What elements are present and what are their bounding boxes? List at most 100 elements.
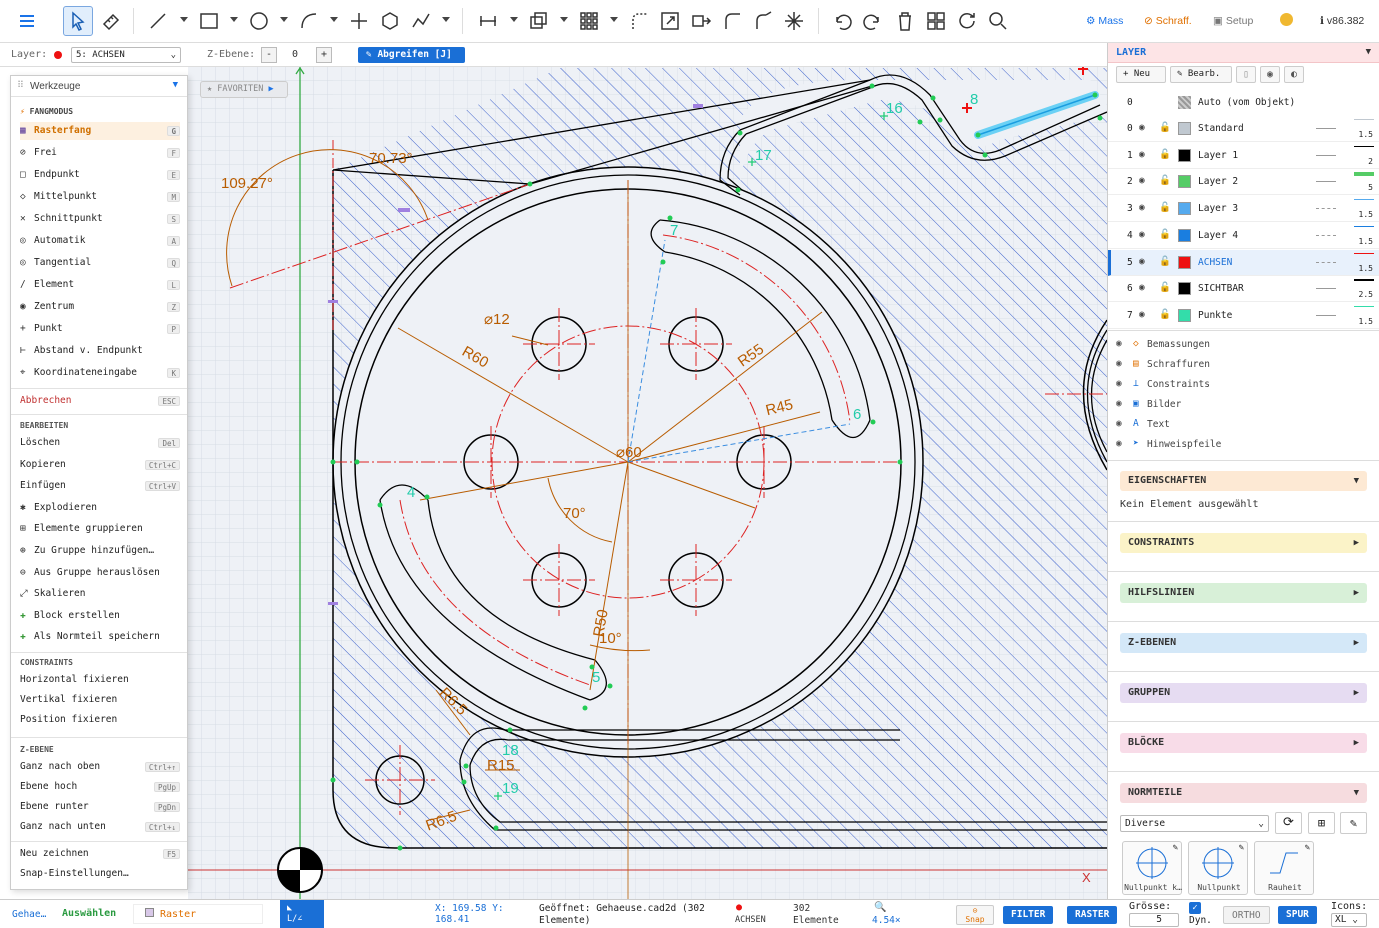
lock-icon[interactable]: 🔓 (1159, 256, 1171, 267)
constraints-panel-header[interactable]: CONSTRAINTS ▶ (1120, 533, 1367, 553)
hamburger-menu-icon[interactable] (12, 6, 42, 36)
bearbeiten-item-4[interactable]: ⊞ Elemente gruppieren (20, 520, 180, 538)
select-tool-icon[interactable] (63, 6, 93, 36)
eye-icon[interactable]: ◉ (1260, 66, 1280, 83)
eye-icon[interactable]: ◉ (1139, 256, 1145, 267)
eye-icon[interactable]: ◉ (1139, 202, 1145, 213)
neu-zeichnen-item[interactable]: Neu zeichnen F5 (20, 845, 180, 863)
eye-icon[interactable]: ◉ (1116, 398, 1122, 409)
schraff-toggle[interactable]: ⊘ Schraff. (1144, 15, 1192, 27)
fang-item-10[interactable]: ⊢ Abstand v. Endpunkt (20, 342, 180, 360)
bearbeiten-item-2[interactable]: Einfügen Ctrl+V (20, 477, 180, 495)
add-file-icon[interactable]: ⊞ (1308, 812, 1335, 834)
bearbeiten-item-3[interactable]: ✱ Explodieren (20, 499, 180, 517)
zebene-item-0[interactable]: Ganz nach oben Ctrl+↑ (20, 758, 180, 776)
chevron-down-icon[interactable] (280, 17, 288, 22)
groesse-input[interactable]: 5 (1129, 913, 1179, 927)
zebene-item-1[interactable]: Ebene hoch PgUp (20, 778, 180, 796)
chevron-down-icon[interactable] (560, 17, 568, 22)
contrast-icon[interactable]: ◐ (1284, 66, 1304, 83)
constraint-item-1[interactable]: Vertikal fixieren (20, 691, 180, 709)
fang-item-6[interactable]: ◎ Tangential Q (20, 254, 180, 272)
eye-icon[interactable]: ◉ (1139, 122, 1145, 133)
chevron-down-icon[interactable] (510, 17, 518, 22)
fang-item-4[interactable]: ✕ Schnittpunkt S (20, 210, 180, 228)
bearbeiten-item-8[interactable]: ✚ Block erstellen (20, 607, 180, 625)
snap-settings-item[interactable]: Snap-Einstellungen… (20, 865, 180, 883)
layer-row[interactable]: 7 ◉ 🔓 Punkte 1.5 (1108, 303, 1379, 329)
redo-icon[interactable] (857, 6, 887, 36)
dyn-checkbox[interactable]: ✓ (1189, 902, 1201, 914)
fang-item-3[interactable]: ◇ Mittelpunkt M (20, 188, 180, 206)
point-tool-icon[interactable] (344, 6, 374, 36)
snap-button[interactable]: ⊙ Snap (956, 905, 994, 925)
refresh-icon[interactable] (952, 6, 982, 36)
layer-color-swatch[interactable] (1178, 308, 1191, 322)
zebene-item-2[interactable]: Ebene runter PgDn (20, 798, 180, 816)
layer-delete-icon[interactable]: ▯ (1236, 66, 1256, 83)
layer-color-swatch[interactable] (1178, 228, 1191, 242)
layer-row[interactable]: 1 ◉ 🔓 Layer 1 2 (1108, 143, 1379, 169)
layer-row[interactable]: 5 ◉ 🔓 ACHSEN 1.5 (1108, 249, 1379, 276)
rectangle-tool-icon[interactable] (194, 6, 224, 36)
fang-item-0[interactable]: ▦ Rasterfang G (20, 122, 180, 140)
lock-icon[interactable]: 🔓 (1159, 149, 1171, 160)
zebenen-panel-header[interactable]: Z-EBENEN ▶ (1120, 633, 1367, 653)
normteil-tile[interactable]: ✎ Nullpunkt (1188, 841, 1248, 895)
eye-icon[interactable]: ◉ (1116, 418, 1122, 429)
edit-pencil-icon[interactable]: ✎ (1340, 812, 1367, 834)
layer-color-swatch[interactable] (1178, 122, 1191, 135)
filter-button[interactable]: FILTER (1003, 906, 1054, 924)
edit-pencil-icon[interactable]: ✎ (1173, 843, 1178, 853)
fang-item-5[interactable]: ◎ Automatik A (20, 232, 180, 250)
fang-item-11[interactable]: ⌖ Koordinateneingabe K (20, 364, 180, 382)
extend-tool-icon[interactable] (748, 6, 778, 36)
layer-color-swatch[interactable] (1178, 255, 1191, 269)
layer-row[interactable]: 4 ◉ 🔓 Layer 4 1.5 (1108, 223, 1379, 249)
lock-icon[interactable]: 🔓 (1159, 309, 1171, 320)
zebene-item-3[interactable]: Ganz nach unten Ctrl+↓ (20, 818, 180, 836)
lock-icon[interactable]: 🔓 (1159, 175, 1171, 186)
layer-panel-header[interactable]: LAYER ▼ (1108, 43, 1379, 63)
bearbeiten-item-0[interactable]: Löschen Del (20, 434, 180, 452)
eigenschaften-panel-header[interactable]: EIGENSCHAFTEN ▼ (1120, 471, 1367, 491)
layer-edit-button[interactable]: ✎ Bearb. (1170, 66, 1232, 83)
layer-color-swatch[interactable] (1178, 282, 1191, 296)
setup-button[interactable]: ▣ Setup (1213, 15, 1253, 27)
hilfslinien-panel-header[interactable]: HILFSLINIEN ▶ (1120, 583, 1367, 603)
drawing-canvas[interactable]: 109.27° 70.73° ⌀12 R60 R55 R45 ⌀60 70° R… (188, 67, 1107, 899)
array-tool-icon[interactable] (574, 6, 604, 36)
bloecke-panel-header[interactable]: BLÖCKE ▶ (1120, 733, 1367, 753)
category-row[interactable]: ◉ ▤ Schraffuren (1116, 358, 1366, 374)
category-row[interactable]: ◉ A Text (1116, 418, 1366, 434)
ortho-button[interactable]: ORTHO (1223, 906, 1270, 924)
normteil-tile[interactable]: ✎ Nullpunkt k… (1122, 841, 1182, 895)
lock-icon[interactable]: 🔓 (1159, 122, 1171, 133)
bearbeiten-item-7[interactable]: ⤢ Skalieren (20, 585, 180, 603)
zebene-plus-button[interactable]: + (316, 47, 332, 63)
lock-icon[interactable]: 🔓 (1159, 202, 1171, 213)
fillet-tool-icon[interactable] (625, 6, 655, 36)
bearbeiten-item-1[interactable]: Kopieren Ctrl+C (20, 456, 180, 474)
mass-toggle[interactable]: ⚙ Mass (1086, 15, 1123, 27)
normteil-tile[interactable]: ✎ Rauheit (1254, 841, 1314, 895)
edit-pencil-icon[interactable]: ✎ (1239, 843, 1244, 853)
fang-item-2[interactable]: □ Endpunkt E (20, 166, 180, 184)
move-tool-icon[interactable] (686, 6, 716, 36)
refresh-icon[interactable]: ⟳ (1275, 812, 1302, 834)
chevron-down-icon[interactable] (442, 17, 450, 22)
trim-tool-icon[interactable] (717, 6, 747, 36)
layer-row-auto[interactable]: 0 Auto (vom Objekt) (1108, 90, 1379, 116)
spur-button[interactable]: SPUR (1278, 906, 1317, 924)
bearbeiten-item-9[interactable]: ✚ Als Normteil speichern (20, 628, 180, 646)
eye-icon[interactable]: ◉ (1116, 358, 1122, 369)
eye-icon[interactable]: ◉ (1139, 149, 1145, 160)
eye-icon[interactable]: ◉ (1139, 309, 1145, 320)
scale-tool-icon[interactable] (655, 6, 685, 36)
fang-item-7[interactable]: ∕ Element L (20, 276, 180, 294)
chevron-down-icon[interactable] (180, 17, 188, 22)
fang-item-8[interactable]: ◉ Zentrum Z (20, 298, 180, 316)
layer-row[interactable]: 6 ◉ 🔓 SICHTBAR 2.5 (1108, 276, 1379, 303)
raster-field[interactable]: Raster (133, 904, 263, 924)
zebene-minus-button[interactable]: - (261, 47, 277, 63)
